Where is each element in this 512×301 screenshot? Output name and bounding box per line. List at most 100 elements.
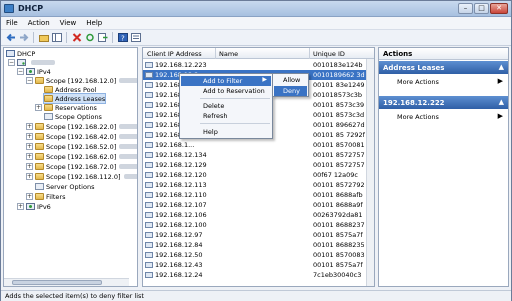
expand-toggle[interactable]: + xyxy=(35,104,42,111)
help-icon[interactable]: ? xyxy=(117,32,128,43)
expand-toggle[interactable]: + xyxy=(26,133,33,140)
tree-item-ipv4[interactable]: − IPv4 xyxy=(17,67,51,76)
tree-item-server-options[interactable]: Server Options xyxy=(35,182,94,191)
tree-item-scope-72[interactable]: + Scope [192.168.72.0] xyxy=(26,162,137,171)
tree-item-server[interactable]: − xyxy=(8,58,55,67)
tree-label: Address Pool xyxy=(55,85,97,94)
collapse-icon[interactable]: ▲ xyxy=(499,98,504,106)
cell-unique-id: 00101 8575a7f xyxy=(313,261,363,269)
lease-icon xyxy=(145,122,153,128)
cell-client-ip: 192.168.12.97 xyxy=(155,231,203,239)
menu-add-to-filter[interactable]: Add to Filter ▶ xyxy=(181,76,271,86)
cell-client-ip: 192.168.12.129 xyxy=(155,161,207,169)
tree-item-address-pool[interactable]: Address Pool xyxy=(44,85,96,94)
show-tree-icon[interactable] xyxy=(51,32,62,43)
scrollbar-thumb[interactable] xyxy=(12,280,102,285)
actions-section-selected-ip[interactable]: 192.168.12.222 ▲ xyxy=(379,96,508,109)
collapse-toggle[interactable]: − xyxy=(26,77,33,84)
maximize-button[interactable]: □ xyxy=(474,3,489,14)
expand-toggle[interactable]: + xyxy=(26,163,33,170)
table-row[interactable]: 192.168.12.100 00101 8688237 xyxy=(143,220,374,230)
menu-view[interactable]: View xyxy=(55,17,82,29)
minimize-button[interactable]: – xyxy=(458,3,473,14)
collapse-icon[interactable]: ▲ xyxy=(499,63,504,71)
expand-toggle[interactable]: + xyxy=(17,203,24,210)
tree-item-filters[interactable]: + Filters xyxy=(26,192,65,201)
tree-item-scope-42[interactable]: + Scope [192.168.42.0] xyxy=(26,132,137,141)
collapse-toggle[interactable]: − xyxy=(8,59,15,66)
table-row[interactable]: 192.168.12.97 00101 8575a7f xyxy=(143,230,374,240)
menu-help-item[interactable]: Help xyxy=(181,127,271,137)
table-row[interactable]: 192.168.12.43 00101 8575a7f xyxy=(143,260,374,270)
tree-item-scope-112[interactable]: + Scope [192.168.112.0] xyxy=(26,172,137,181)
more-actions-ip[interactable]: More Actions ▶ xyxy=(379,111,508,122)
menu-allow[interactable]: Allow xyxy=(274,75,307,85)
collapse-toggle[interactable]: − xyxy=(17,68,24,75)
table-row[interactable]: 192.168.12.50 00101 8570083 xyxy=(143,250,374,260)
table-row[interactable]: 192.168.12.120 00f67 12a09c xyxy=(143,170,374,180)
tree-item-scope-options[interactable]: Scope Options xyxy=(44,112,102,121)
refresh-icon[interactable] xyxy=(84,32,95,43)
tree-item-reservations[interactable]: + Reservations xyxy=(35,103,97,112)
cell-unique-id: 0010183e124b xyxy=(313,61,363,69)
tree-item-ipv6[interactable]: + IPv6 xyxy=(17,202,51,211)
expand-toggle[interactable]: + xyxy=(26,123,33,130)
table-row[interactable]: 192.168.12.110 00101 8688afb xyxy=(143,190,374,200)
tree-item-scope-52[interactable]: + Scope [192.168.52.0] xyxy=(26,142,137,151)
cell-unique-id: 00263792da81 xyxy=(313,211,363,219)
menu-delete[interactable]: Delete xyxy=(181,101,271,111)
column-divider[interactable] xyxy=(309,48,310,59)
dhcp-window: DHCP – □ ✕ File Action View Help ? DHCP … xyxy=(0,0,512,301)
filter-icon xyxy=(35,193,44,200)
menu-action[interactable]: Action xyxy=(23,17,55,29)
delete-icon[interactable] xyxy=(71,32,82,43)
lease-icon xyxy=(145,72,153,78)
column-divider[interactable] xyxy=(215,48,216,59)
cell-unique-id: 00101 896627d xyxy=(313,121,365,129)
tree-item-scope-12[interactable]: − Scope [192.168.12.0] xyxy=(26,76,137,85)
menu-item-label: Add to Filter xyxy=(203,77,243,85)
table-row[interactable]: 192.168.12.129 00101 8572757 xyxy=(143,160,374,170)
title-bar[interactable]: DHCP – □ ✕ xyxy=(1,1,511,17)
back-icon[interactable] xyxy=(5,32,16,43)
list-vertical-scrollbar[interactable] xyxy=(366,59,374,286)
tree-item-address-leases[interactable]: Address Leases xyxy=(42,93,107,104)
expand-toggle[interactable]: + xyxy=(26,153,33,160)
table-row[interactable]: 192.168.12.106 00263792da81 xyxy=(143,210,374,220)
menu-deny[interactable]: Deny xyxy=(274,86,307,96)
window-controls: – □ ✕ xyxy=(458,3,508,14)
export-icon[interactable] xyxy=(97,32,108,43)
column-name[interactable]: Name xyxy=(219,50,238,58)
expand-toggle[interactable]: + xyxy=(26,173,33,180)
table-row[interactable]: 192.168.12.107 00101 8688a9f xyxy=(143,200,374,210)
folder-icon xyxy=(35,77,44,84)
close-button[interactable]: ✕ xyxy=(490,3,508,14)
table-row[interactable]: 192.168.12.134 00101 8572757 xyxy=(143,150,374,160)
menu-help[interactable]: Help xyxy=(81,17,107,29)
lease-icon xyxy=(145,252,153,258)
column-client-ip[interactable]: Client IP Address xyxy=(147,50,202,58)
tree-horizontal-scrollbar[interactable] xyxy=(4,278,129,286)
table-row[interactable]: 192.168.1... 00101 8570081 xyxy=(143,140,374,150)
tree-item-dhcp[interactable]: DHCP xyxy=(6,49,35,58)
actions-section-address-leases[interactable]: Address Leases ▲ xyxy=(379,61,508,74)
properties-icon[interactable] xyxy=(130,32,141,43)
forward-icon[interactable] xyxy=(18,32,29,43)
action-label: More Actions xyxy=(397,113,439,121)
expand-toggle[interactable]: + xyxy=(26,193,33,200)
up-folder-icon[interactable] xyxy=(38,32,49,43)
table-row[interactable]: 192.168.12.223 0010183e124b xyxy=(143,60,374,70)
server-icon xyxy=(17,59,26,66)
menu-add-to-reservation[interactable]: Add to Reservation xyxy=(181,86,271,96)
expand-toggle[interactable]: + xyxy=(26,143,33,150)
menu-file[interactable]: File xyxy=(1,17,23,29)
tree-item-scope-62[interactable]: + Scope [192.168.62.0] xyxy=(26,152,137,161)
table-row[interactable]: 192.168.12.113 00101 8572792 xyxy=(143,180,374,190)
tree-item-scope-22[interactable]: + Scope [192.168.22.0] xyxy=(26,122,137,131)
column-unique-id[interactable]: Unique ID xyxy=(313,50,345,58)
redacted-scope-name xyxy=(119,164,137,169)
more-actions-leases[interactable]: More Actions ▶ xyxy=(379,76,508,87)
menu-refresh[interactable]: Refresh xyxy=(181,111,271,121)
table-row[interactable]: 192.168.12.84 00101 8688235 xyxy=(143,240,374,250)
table-row[interactable]: 192.168.12.24 7c1eb30040c3 xyxy=(143,270,374,280)
